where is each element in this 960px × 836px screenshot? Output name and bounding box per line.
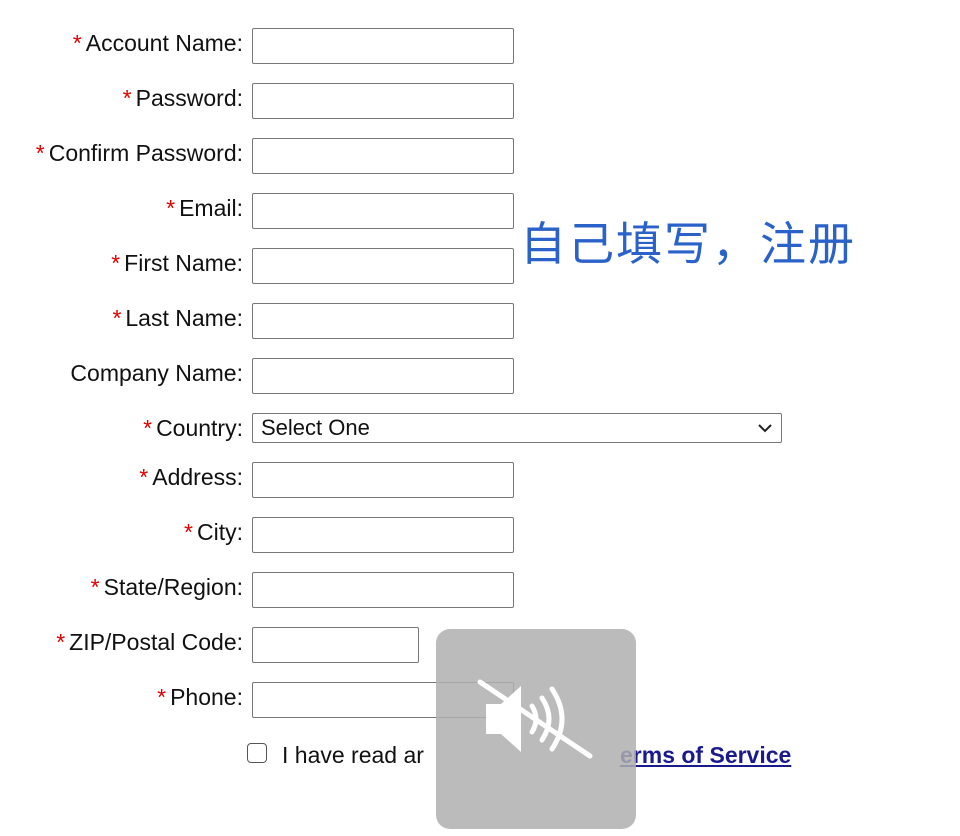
row-state-region: * State/Region: — [0, 572, 520, 612]
city-input[interactable] — [252, 517, 514, 553]
required-marker: * — [122, 85, 132, 111]
label-confirm-password: * Confirm Password: — [35, 140, 243, 166]
row-city: * City: — [0, 517, 520, 557]
annotation-text: 自己填写，注册 — [520, 217, 856, 271]
required-marker: * — [143, 415, 153, 441]
label-first-name: * First Name: — [111, 250, 243, 276]
email-input[interactable] — [252, 193, 514, 229]
label-email: * Email: — [166, 195, 243, 221]
terms-of-service-link[interactable]: erms of Service — [620, 740, 791, 770]
speaker-muted-icon — [477, 679, 593, 759]
state-region-input[interactable] — [252, 572, 514, 608]
row-last-name: * Last Name: — [0, 303, 520, 343]
account-name-input[interactable] — [252, 28, 514, 64]
row-address: * Address: — [0, 462, 520, 502]
required-marker: * — [184, 519, 193, 545]
required-marker: * — [90, 574, 100, 600]
password-input[interactable] — [252, 83, 514, 119]
label-city: * City: — [184, 519, 243, 545]
label-last-name: * Last Name: — [112, 305, 243, 331]
label-password: * Password: — [122, 85, 243, 111]
mute-hud — [436, 629, 636, 829]
required-marker: * — [112, 305, 122, 331]
label-zip: * ZIP/Postal Code: — [56, 629, 243, 655]
row-confirm-password: * Confirm Password: — [0, 138, 520, 178]
zip-input[interactable] — [252, 627, 419, 663]
agree-text: I have read ar — [282, 742, 424, 768]
row-first-name: * First Name: — [0, 248, 520, 288]
label-state-region: * State/Region: — [90, 574, 243, 600]
row-company-name: Company Name: — [0, 358, 520, 398]
required-marker: * — [139, 464, 149, 490]
row-password: * Password: — [0, 83, 520, 123]
label-address: * Address: — [139, 464, 243, 490]
country-select[interactable]: Select One — [252, 413, 782, 443]
label-country: * Country: — [143, 415, 243, 441]
confirm-password-input[interactable] — [252, 138, 514, 174]
row-account-name: * Account Name: — [0, 28, 520, 68]
label-account-name: * Account Name: — [72, 30, 243, 56]
last-name-input[interactable] — [252, 303, 514, 339]
chevron-down-icon — [758, 424, 772, 433]
address-input[interactable] — [252, 462, 514, 498]
label-phone: * Phone: — [157, 684, 243, 710]
required-marker: * — [72, 30, 82, 56]
agree-checkbox[interactable] — [247, 743, 267, 763]
label-company-name: Company Name: — [70, 360, 243, 386]
row-email: * Email: — [0, 193, 520, 233]
required-marker: * — [35, 140, 45, 166]
company-name-input[interactable] — [252, 358, 514, 394]
country-select-value: Select One — [261, 415, 370, 440]
required-marker: * — [56, 629, 66, 655]
required-marker: * — [111, 250, 121, 276]
row-country: * Country: Select One — [0, 413, 790, 453]
required-marker: * — [166, 195, 176, 221]
first-name-input[interactable] — [252, 248, 514, 284]
required-marker: * — [157, 684, 167, 710]
registration-page: * Account Name: * Password: * Confirm Passw… — [0, 0, 960, 836]
